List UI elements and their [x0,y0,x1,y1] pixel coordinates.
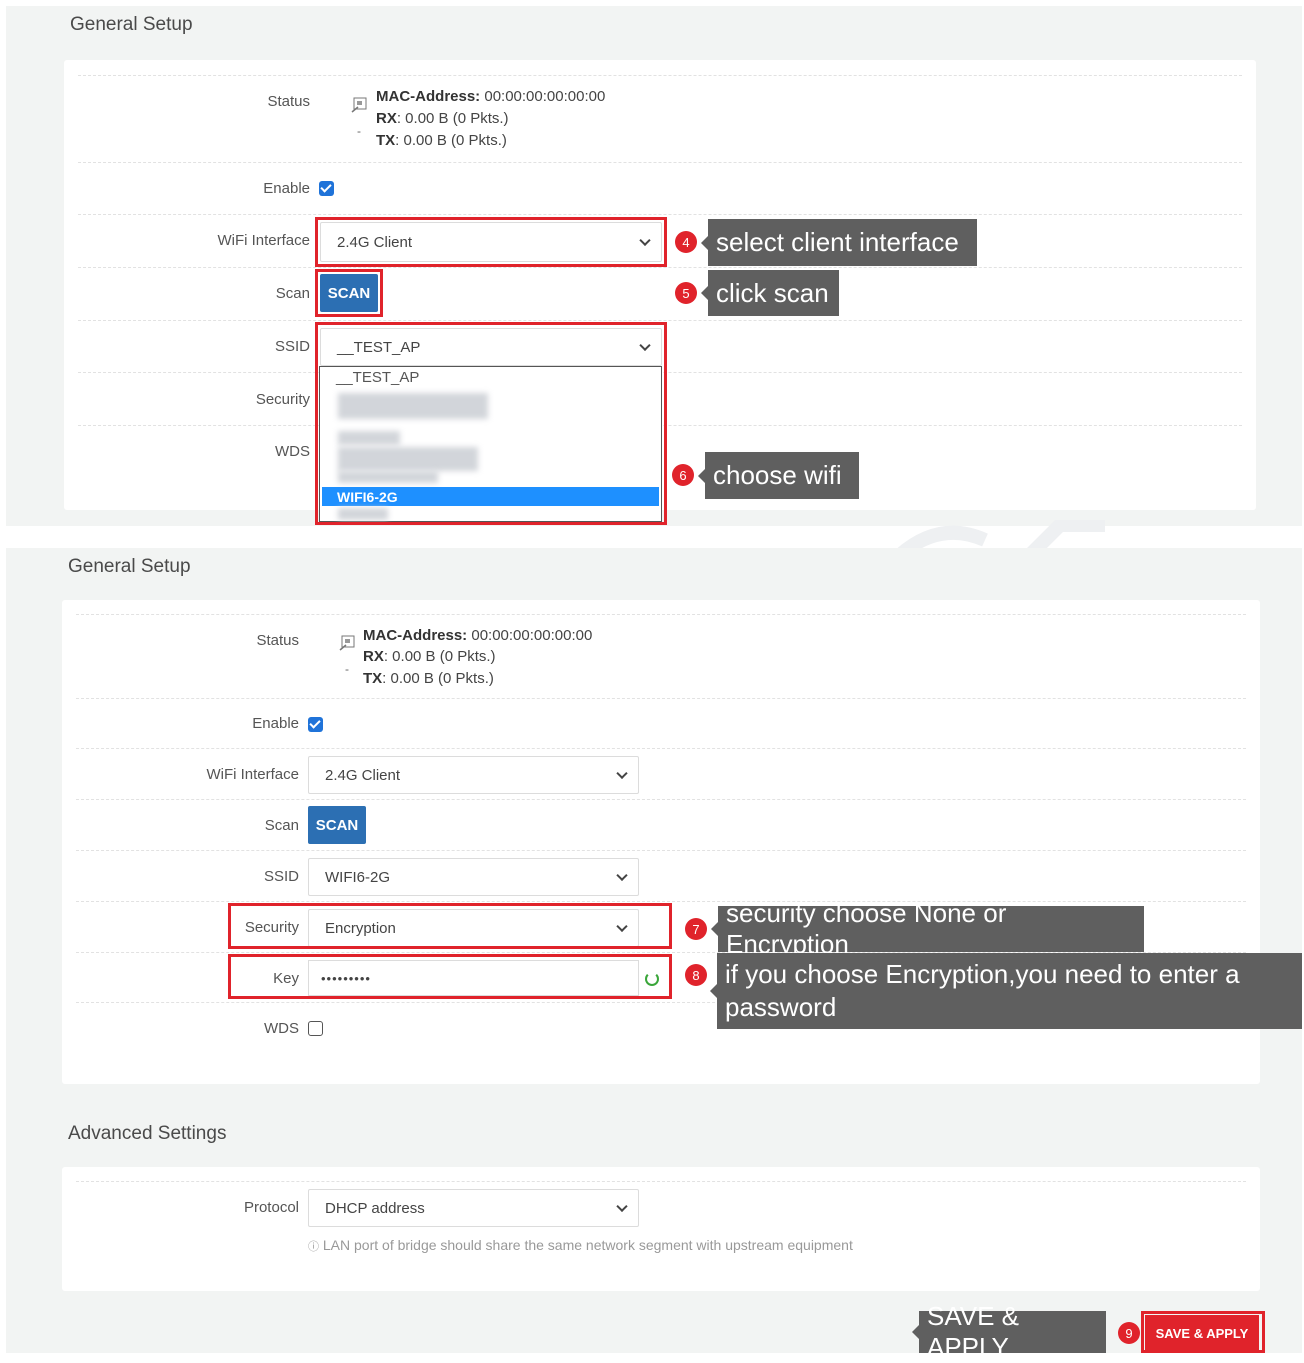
bottom-ssid-label: SSID [263,868,299,885]
help-text: LAN port of bridge should share the same… [322,1237,853,1253]
top-enable-label: Enable [263,180,310,197]
separator [78,267,1242,268]
separator [78,320,1242,321]
chevron-down-icon [616,1200,628,1213]
protocol-select[interactable]: DHCP address [308,1189,639,1227]
top-rx: RX: 0.00 B (0 Pkts.) [376,110,509,127]
highlight-box-security [228,903,672,949]
step-4-callout: select client interface [708,219,977,266]
step-9-callout: SAVE & APPLY [919,1301,1106,1362]
step-4-badge: 4 [675,231,697,253]
step-6-badge: 6 [672,464,694,486]
separator [76,614,1246,615]
chevron-down-icon [616,767,628,780]
separator [76,799,1246,800]
top-scan-label: Scan [275,285,310,302]
bottom-mac-address: MAC-Address: 00:00:00:00:00:00 [363,627,593,644]
bottom-tx: TX: 0.00 B (0 Pkts.) [363,670,494,687]
separator [76,1181,1246,1182]
separator [78,214,1242,215]
highlight-box-ssid [315,322,667,525]
top-wds-label: WDS [275,443,310,460]
step-7-callout: security choose None or Encryption [718,898,1144,959]
step-8-line-2: password [725,992,837,1022]
step-5-callout: click scan [708,270,839,316]
step-9-badge: 9 [1118,1322,1140,1344]
separator [76,850,1246,851]
select-value: WIFI6-2G [325,868,391,886]
highlight-box-scan [315,269,383,317]
top-mac-address: MAC-Address: 00:00:00:00:00:00 [376,88,606,105]
step-8-callout: if you choose Encryption,you need to ent… [717,953,1302,1029]
step-8-line-1: if you choose Encryption,you need to ent… [725,959,1240,989]
separator [76,698,1246,699]
highlight-box-wifi-interface [315,217,667,267]
separator [78,75,1242,76]
advanced-card [62,1167,1260,1291]
bottom-rx: RX: 0.00 B (0 Pkts.) [363,648,496,665]
top-section-title: General Setup [70,14,193,35]
network-port-icon [351,97,367,113]
bottom-wifi-interface-label: WiFi Interface [206,766,299,783]
highlight-box-save-apply [1141,1311,1265,1353]
step-8-badge: 8 [685,964,707,986]
step-5-badge: 5 [675,282,697,304]
bottom-scan-button[interactable]: SCAN [308,806,366,844]
bottom-section-title: General Setup [68,556,191,577]
network-port-icon [339,635,355,651]
bottom-enable-checkbox[interactable] [308,717,323,732]
top-wifi-interface-label: WiFi Interface [217,232,310,249]
separator [78,162,1242,163]
bottom-scan-label: Scan [264,817,299,834]
bottom-wds-checkbox[interactable] [308,1021,323,1036]
step-6-callout: choose wifi [705,452,859,499]
top-security-label: Security [255,391,310,408]
bottom-ssid-select[interactable]: WIFI6-2G [308,858,639,896]
select-value: DHCP address [325,1199,425,1217]
chevron-down-icon [616,869,628,882]
bottom-status-label: Status [256,632,299,649]
highlight-box-key [228,954,672,999]
bottom-enable-label: Enable [252,715,299,732]
bottom-wifi-interface-select[interactable]: 2.4G Client [308,756,639,794]
protocol-help-text: ⓘ LAN port of bridge should share the sa… [308,1237,853,1254]
top-tx: TX: 0.00 B (0 Pkts.) [376,132,507,149]
select-value: 2.4G Client [325,766,401,784]
protocol-label: Protocol [243,1199,299,1216]
separator [76,748,1246,749]
top-status-label: Status [267,93,310,110]
status-dash: - [345,662,349,676]
advanced-section-title: Advanced Settings [68,1123,227,1144]
status-dash: - [357,124,361,138]
top-enable-checkbox[interactable] [319,181,334,196]
top-ssid-label: SSID [274,338,310,355]
info-icon: ⓘ [308,1241,319,1253]
step-7-badge: 7 [685,918,707,940]
bottom-wds-label: WDS [264,1020,299,1037]
